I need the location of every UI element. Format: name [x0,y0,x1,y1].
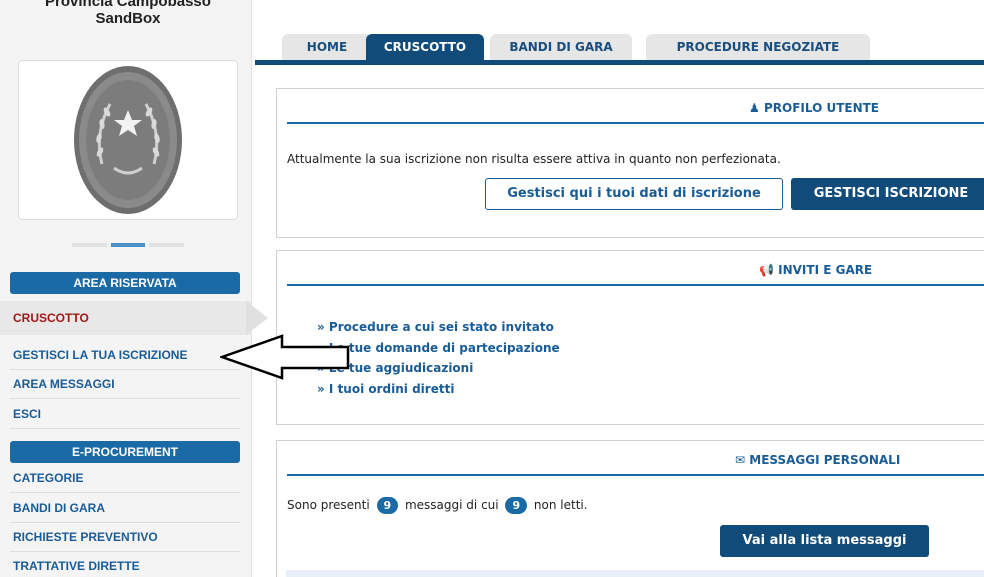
inviti-links: » Procedure a cui sei stato invitato » L… [317,317,560,399]
sidebar-item-categorie[interactable]: CATEGORIE [10,471,240,493]
link-procedure-invitato[interactable]: » Procedure a cui sei stato invitato [317,317,560,338]
profilo-utente-heading: ♟ PROFILO UTENTE [749,101,880,115]
panel-footer-strip [286,570,984,577]
panel-divider [287,122,984,124]
panel-divider [287,474,984,476]
tab-cruscotto[interactable]: CRUSCOTTO [366,34,484,60]
carousel-indicator[interactable] [72,243,185,247]
org-name: Provincia Campobasso SandBox [45,0,211,27]
profilo-utente-panel: ♟ PROFILO UTENTE Attualmente la sua iscr… [276,88,984,238]
inviti-e-gare-panel: 📢 INVITI E GARE » Procedure a cui sei st… [276,250,984,425]
link-domande-partecipazione[interactable]: » Le tue domande di partecipazione [317,338,560,359]
sidebar-item-richieste-preventivo[interactable]: RICHIESTE PREVENTIVO [10,530,240,552]
tab-bandi-di-gara[interactable]: BANDI DI GARA [490,34,632,60]
user-icon: ♟ [749,101,760,115]
active-item-pointer [246,301,268,335]
megaphone-icon: 📢 [759,263,774,277]
tab-procedure-negoziate[interactable]: PROCEDURE NEGOZIATE [646,34,870,60]
tab-home[interactable]: HOME [282,34,372,60]
unread-messages-badge: 9 [505,497,528,514]
sidebar-item-area-messaggi[interactable]: AREA MESSAGGI [10,377,240,399]
main-tabs: HOME CRUSCOTTO BANDI DI GARA PROCEDURE N… [262,30,984,64]
area-riservata-heading: AREA RISERVATA [10,272,240,294]
link-aggiudicazioni[interactable]: » Le tue aggiudicazioni [317,358,560,379]
envelope-icon: ✉ [735,453,746,467]
sidebar-item-trattative-dirette[interactable]: TRATTATIVE DIRETTE [10,559,240,577]
total-messages-badge: 9 [376,497,399,514]
carousel-dot[interactable] [72,243,107,247]
gestisci-iscrizione-button[interactable]: GESTISCI ISCRIZIONE [791,178,984,210]
messages-summary: Sono presenti 9 messaggi di cui 9 non le… [287,497,588,514]
eprocurement-heading: E-PROCUREMENT [10,441,240,463]
gestisci-dati-iscrizione-button[interactable]: Gestisci qui i tuoi dati di iscrizione [485,178,783,210]
carousel-dot[interactable] [149,243,185,247]
sidebar-item-esci[interactable]: ESCI [10,407,240,429]
annotation-arrow-icon [220,334,350,380]
carousel-dot-active[interactable] [110,243,146,247]
sidebar-item-bandi-di-gara[interactable]: BANDI DI GARA [10,501,240,523]
sidebar-item-cruscotto[interactable]: CRUSCOTTO [0,301,252,335]
link-ordini-diretti[interactable]: » I tuoi ordini diretti [317,379,560,400]
crest-emblem-icon [74,66,182,214]
messaggi-personali-panel: ✉ MESSAGGI PERSONALI Sono presenti 9 mes… [276,440,984,577]
sidebar-item-gestisci-iscrizione[interactable]: GESTISCI LA TUA ISCRIZIONE [10,348,240,370]
iscrizione-status-text: Attualmente la sua iscrizione non risult… [287,152,781,166]
org-logo [18,60,238,220]
tabs-underline [255,60,984,65]
sidebar: Provincia Campobasso SandBox AREA RISERV… [0,0,252,577]
panel-divider [287,284,984,286]
messaggi-personali-heading: ✉ MESSAGGI PERSONALI [735,453,901,467]
vai-lista-messaggi-button[interactable]: Vai alla lista messaggi [720,525,929,557]
inviti-e-gare-heading: 📢 INVITI E GARE [759,263,873,277]
